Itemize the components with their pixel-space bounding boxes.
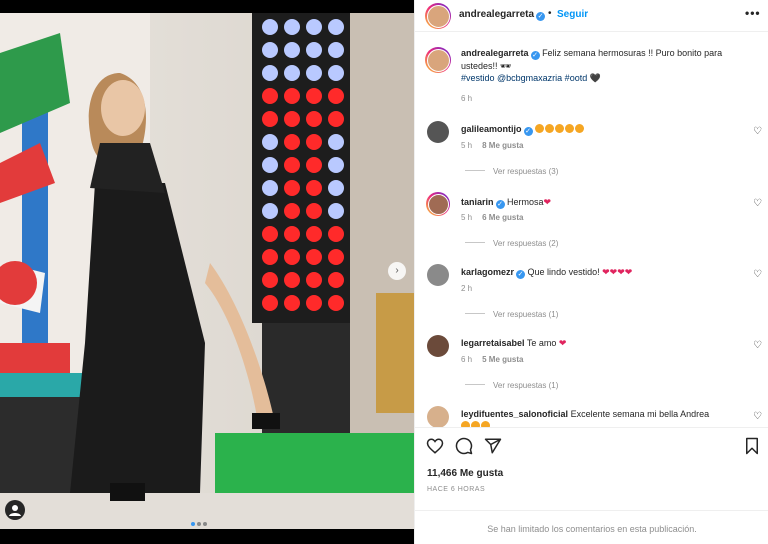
comments-scroll[interactable]: andrealegarreta ✓ Feliz semana hermosuras… — [415, 33, 768, 427]
comment-username[interactable]: taniarin — [461, 197, 494, 207]
follow-button[interactable]: Seguir — [557, 9, 588, 20]
verified-badge-icon: ✓ — [530, 51, 540, 60]
author-username[interactable]: andrealegarreta ✓ — [459, 9, 546, 21]
emoji-icon — [535, 124, 585, 134]
comment-likes[interactable]: 8 Me gusta — [482, 141, 523, 150]
comment-text: taniarin ✓ Hermosa❤ — [461, 197, 552, 209]
comment-avatar[interactable] — [427, 406, 449, 427]
comment-text: leydifuentes_salonoficial Excelente sema… — [461, 408, 751, 427]
post-actions: 11,466 Me gusta HACE 6 HORAS — [415, 427, 768, 509]
verified-badge-icon: ✓ — [495, 200, 505, 209]
comment-username[interactable]: karlagomezr — [461, 267, 514, 277]
photo-illustration — [0, 13, 414, 529]
comment-meta: 6 h5 Me gusta — [461, 355, 524, 364]
comment-like-icon[interactable]: ♡ — [753, 411, 762, 422]
verified-badge-icon: ✓ — [536, 12, 546, 21]
comment-text: karlagomezr ✓ Que lindo vestido! ❤❤❤❤ — [461, 267, 633, 279]
comment-time: 2 h — [461, 284, 473, 293]
comment-username[interactable]: legarretaisabel — [461, 338, 525, 348]
next-photo-button[interactable]: › — [388, 262, 406, 280]
comment-icon[interactable] — [455, 437, 473, 460]
tagged-users-icon[interactable] — [5, 500, 25, 520]
caption-avatar[interactable] — [425, 47, 451, 73]
comment-like-icon[interactable]: ♡ — [753, 340, 762, 351]
view-replies-button[interactable]: Ver respuestas (1) — [465, 381, 558, 390]
red-heart-icon: ❤ — [558, 338, 567, 348]
comment-item: legarretaisabel Te amo ❤ 6 h5 Me gusta ♡… — [415, 335, 768, 395]
more-options-icon[interactable]: ••• — [745, 6, 761, 20]
comment-meta: 5 h6 Me gusta — [461, 213, 524, 222]
caption-username[interactable]: andrealegarreta — [461, 48, 529, 58]
red-heart-icon: ❤ — [543, 197, 552, 207]
comments-limited-notice: Se han limitado los comentarios en esta … — [415, 510, 768, 544]
carousel-dots — [190, 513, 208, 531]
comment-avatar[interactable] — [427, 335, 449, 357]
comment-like-icon[interactable]: ♡ — [753, 269, 762, 280]
share-icon[interactable] — [484, 437, 502, 460]
caption-text: andrealegarreta ✓ Feliz semana hermosuras… — [461, 48, 723, 83]
heart-icon[interactable] — [426, 437, 444, 460]
caption: andrealegarreta ✓ Feliz semana hermosuras… — [415, 47, 768, 107]
post-panel: andrealegarreta ✓ • Seguir ••• andrealega… — [414, 0, 768, 544]
verified-badge-icon: ✓ — [523, 127, 533, 136]
comment-item: karlagomezr ✓ Que lindo vestido! ❤❤❤❤ 2 h… — [415, 264, 768, 324]
separator-dot: • — [548, 8, 552, 19]
notice-text: Se han limitado los comentarios en esta … — [487, 524, 697, 534]
comment-avatar[interactable] — [427, 121, 449, 143]
comment-item: galileamontijo ✓ 5 h8 Me gusta ♡ Ver resp… — [415, 121, 768, 181]
post-media[interactable]: › — [0, 0, 414, 544]
comment-likes[interactable]: 5 Me gusta — [482, 355, 523, 364]
comment-avatar[interactable] — [427, 264, 449, 286]
comment-username[interactable]: galileamontijo — [461, 124, 522, 134]
comment-username[interactable]: leydifuentes_salonoficial — [461, 409, 568, 419]
comment-text: legarretaisabel Te amo ❤ — [461, 338, 567, 348]
likes-count[interactable]: 11,466 Me gusta — [427, 468, 503, 479]
post-photo — [0, 13, 414, 529]
comment-like-icon[interactable]: ♡ — [753, 126, 762, 137]
view-replies-button[interactable]: Ver respuestas (3) — [465, 167, 558, 176]
comment-text: galileamontijo ✓ — [461, 123, 751, 136]
comment-likes[interactable]: 6 Me gusta — [482, 213, 523, 222]
comment-meta: 5 h8 Me gusta — [461, 141, 524, 150]
comment-like-icon[interactable]: ♡ — [753, 198, 762, 209]
view-replies-button[interactable]: Ver respuestas (2) — [465, 239, 558, 248]
caption-time: 6 h — [461, 94, 473, 103]
comment-item: taniarin ✓ Hermosa❤ 5 h6 Me gusta ♡ Ver r… — [415, 192, 768, 252]
author-avatar[interactable] — [425, 3, 451, 29]
verified-badge-icon: ✓ — [516, 270, 526, 279]
red-hearts-icon: ❤❤❤❤ — [602, 267, 633, 277]
post-timestamp[interactable]: HACE 6 HORAS — [427, 486, 485, 493]
post-header: andrealegarreta ✓ • Seguir ••• — [415, 0, 768, 32]
caption-hashtags[interactable]: #vestido @bcbgmaxazria #ootd — [461, 73, 587, 83]
comment-avatar[interactable] — [426, 192, 450, 216]
view-replies-button[interactable]: Ver respuestas (1) — [465, 310, 558, 319]
bookmark-icon[interactable] — [744, 437, 760, 460]
instagram-post-modal: › andrealegarreta ✓ • Seguir ••• andreale… — [0, 0, 768, 544]
comment-item: leydifuentes_salonoficial Excelente sema… — [415, 406, 768, 427]
